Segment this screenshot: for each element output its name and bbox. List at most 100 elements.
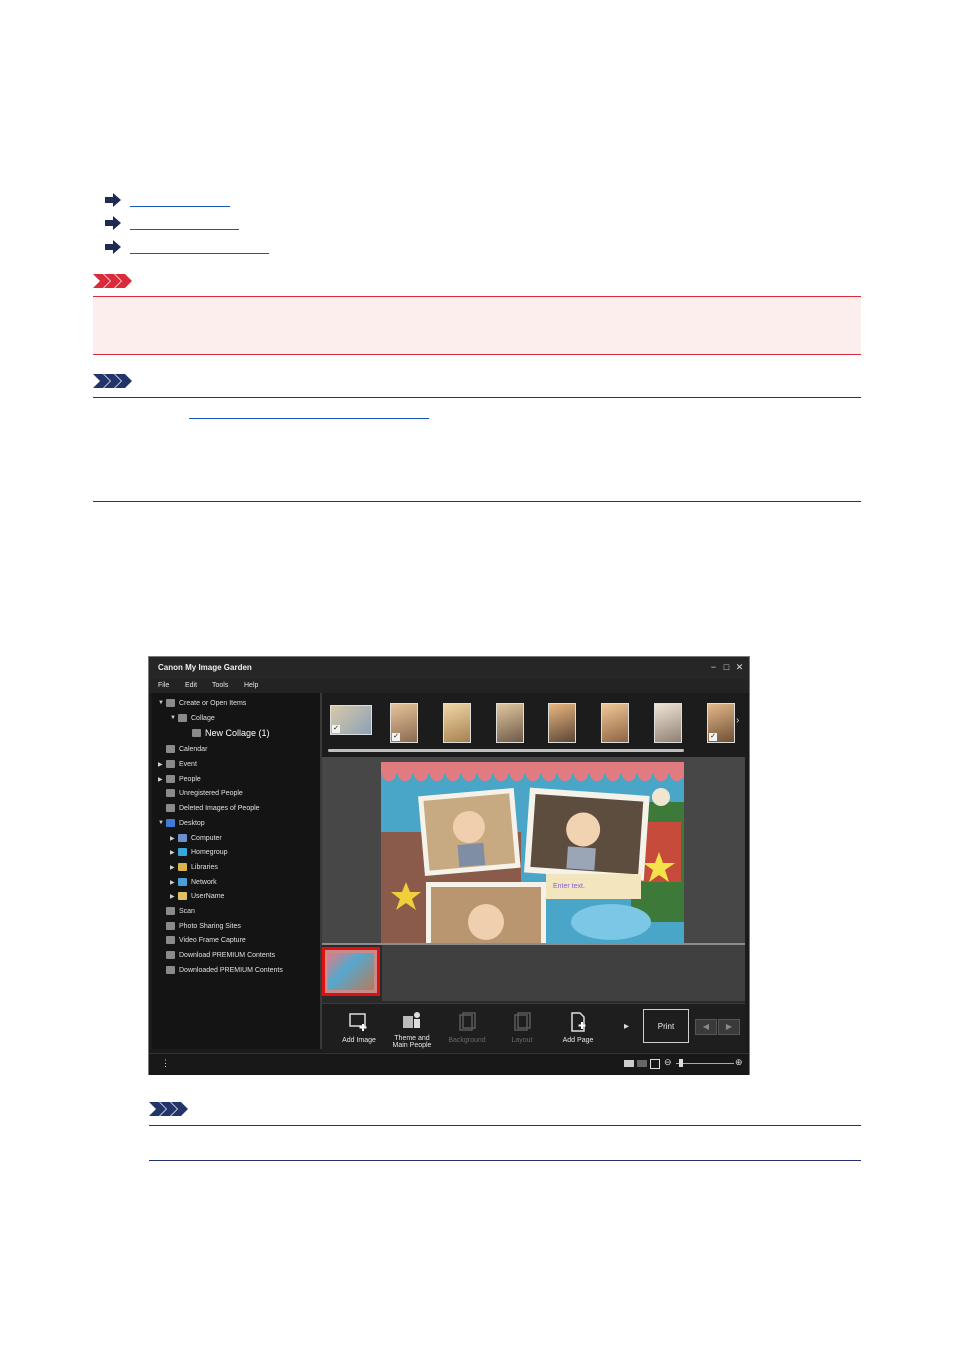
theme-main-people-button[interactable]: Theme and Main People: [385, 1006, 439, 1049]
note-icon: [149, 1102, 188, 1116]
image-thumbnail[interactable]: ✓: [330, 705, 372, 735]
zoom-in-icon[interactable]: ⊕: [735, 1057, 743, 1068]
expand-icon[interactable]: ▶: [170, 835, 178, 842]
scan-icon: [166, 907, 175, 915]
checkmark-icon: ✓: [392, 733, 400, 741]
theme-people-icon: [403, 1012, 420, 1028]
image-thumbnail[interactable]: [496, 703, 524, 743]
tree-desktop[interactable]: ▼ Desktop: [158, 817, 205, 829]
link-row-3[interactable]: [104, 239, 269, 255]
menu-file[interactable]: File: [158, 682, 169, 689]
tree-label: Download PREMIUM Contents: [179, 951, 276, 959]
minimize-icon[interactable]: −: [709, 663, 718, 672]
close-icon[interactable]: ✕: [735, 663, 744, 672]
tree-computer[interactable]: ▶ Computer: [170, 832, 222, 844]
zoom-slider[interactable]: [676, 1063, 734, 1064]
tree-label: Libraries: [191, 863, 218, 871]
tree-label: Network: [191, 878, 217, 886]
tree-label: New Collage (1): [205, 728, 270, 738]
menu-edit[interactable]: Edit: [185, 682, 197, 689]
expand-icon[interactable]: ▶: [158, 761, 166, 768]
expand-icon[interactable]: ▶: [170, 849, 178, 856]
image-thumbnail[interactable]: [443, 703, 471, 743]
expand-icon[interactable]: ▶: [170, 879, 178, 886]
image-thumbnail[interactable]: ✓: [390, 703, 418, 743]
tree-label: Desktop: [179, 819, 205, 827]
person-icon: [166, 789, 175, 797]
scroll-right-icon[interactable]: ›: [736, 715, 739, 726]
tree-unregistered-people[interactable]: Unregistered People: [166, 787, 243, 799]
app-window: Canon My Image Garden − □ ✕ File Edit To…: [148, 656, 750, 1075]
expand-icon[interactable]: ▶: [170, 864, 178, 871]
tree-scan[interactable]: Scan: [166, 905, 195, 917]
previous-page-icon[interactable]: ◀: [695, 1019, 717, 1035]
arrow-right-icon: [105, 216, 121, 230]
note-icon: [93, 374, 132, 388]
image-thumbnail[interactable]: [548, 703, 576, 743]
page-preview: [328, 953, 374, 990]
tree-libraries[interactable]: ▶ Libraries: [170, 861, 218, 873]
note-link[interactable]: [189, 418, 429, 419]
tree-network[interactable]: ▶ Network: [170, 876, 217, 888]
event-icon: [166, 760, 175, 768]
image-thumbnail[interactable]: [654, 703, 682, 743]
fit-screen-icon[interactable]: [650, 1059, 660, 1069]
page-thumbnail-selected[interactable]: [322, 947, 380, 996]
zoom-out-icon[interactable]: ⊖: [664, 1057, 672, 1068]
tree-create-open[interactable]: ▼ Create or Open Items: [158, 697, 246, 709]
checkmark-icon: ✓: [332, 725, 340, 733]
tree-label: Scan: [179, 907, 195, 915]
expand-icon[interactable]: ▼: [158, 820, 166, 826]
expand-icon[interactable]: ▼: [158, 700, 166, 706]
add-image-button[interactable]: Add Image: [332, 1008, 386, 1044]
image-thumbnail[interactable]: [601, 703, 629, 743]
zoom-slider-handle[interactable]: [679, 1059, 683, 1067]
menu-dots-icon[interactable]: ⋮: [161, 1058, 170, 1069]
view-multi-icon[interactable]: [637, 1060, 647, 1067]
menu-tools[interactable]: Tools: [212, 682, 228, 689]
background-label: Background: [448, 1037, 486, 1044]
tree-label: Create or Open Items: [179, 699, 247, 707]
tree-people[interactable]: ▶ People: [158, 773, 201, 785]
maximize-icon[interactable]: □: [722, 663, 731, 672]
tree-video-frame[interactable]: Video Frame Capture: [166, 934, 246, 946]
more-tools-icon[interactable]: ▸: [624, 1021, 629, 1032]
arrow-right-icon: [105, 240, 121, 254]
link-row-2[interactable]: [104, 215, 239, 231]
image-thumbnail[interactable]: ✓: [707, 703, 735, 743]
tree-homegroup[interactable]: ▶ Homegroup: [170, 846, 228, 858]
text-placeholder[interactable]: Enter text.: [553, 883, 585, 890]
tree-label: Calendar: [179, 745, 208, 753]
canvas-overflow-shadow: [382, 945, 745, 1001]
tree-username[interactable]: ▶ UserName: [170, 890, 224, 902]
pages-bar: [322, 943, 745, 1003]
background-button[interactable]: Background: [440, 1008, 494, 1044]
photo-sharing-icon: [166, 922, 175, 930]
expand-icon[interactable]: ▶: [170, 893, 178, 900]
tree-download-premium[interactable]: Download PREMIUM Contents: [166, 949, 275, 961]
layout-button[interactable]: Layout: [495, 1008, 549, 1044]
computer-icon: [178, 834, 187, 842]
menu-help[interactable]: Help: [244, 682, 258, 689]
image-strip: ✓ ✓ ✓ ›: [322, 693, 745, 755]
tree-downloaded-premium[interactable]: Downloaded PREMIUM Contents: [166, 964, 283, 976]
tree-photo-sharing[interactable]: Photo Sharing Sites: [166, 920, 241, 932]
print-button[interactable]: Print: [643, 1009, 689, 1043]
tree-calendar[interactable]: Calendar: [166, 743, 207, 755]
tree-collage[interactable]: ▼ Collage: [170, 712, 215, 724]
collage-page[interactable]: Enter text.: [381, 762, 684, 943]
link-1[interactable]: [130, 194, 230, 207]
link-2[interactable]: [130, 217, 239, 230]
expand-icon[interactable]: ▼: [170, 715, 178, 721]
next-page-icon[interactable]: ▶: [718, 1019, 740, 1035]
add-page-button[interactable]: Add Page: [551, 1008, 605, 1044]
strip-scrollbar[interactable]: [328, 749, 684, 752]
link-row-1[interactable]: [104, 192, 230, 208]
tree-event[interactable]: ▶ Event: [158, 758, 197, 770]
view-single-icon[interactable]: [624, 1060, 634, 1067]
edit-canvas[interactable]: Enter text.: [322, 757, 745, 943]
tree-new-collage[interactable]: New Collage (1): [192, 727, 270, 739]
link-3[interactable]: [130, 241, 269, 254]
expand-icon[interactable]: ▶: [158, 776, 166, 783]
tree-deleted-people[interactable]: Deleted Images of People: [166, 802, 260, 814]
